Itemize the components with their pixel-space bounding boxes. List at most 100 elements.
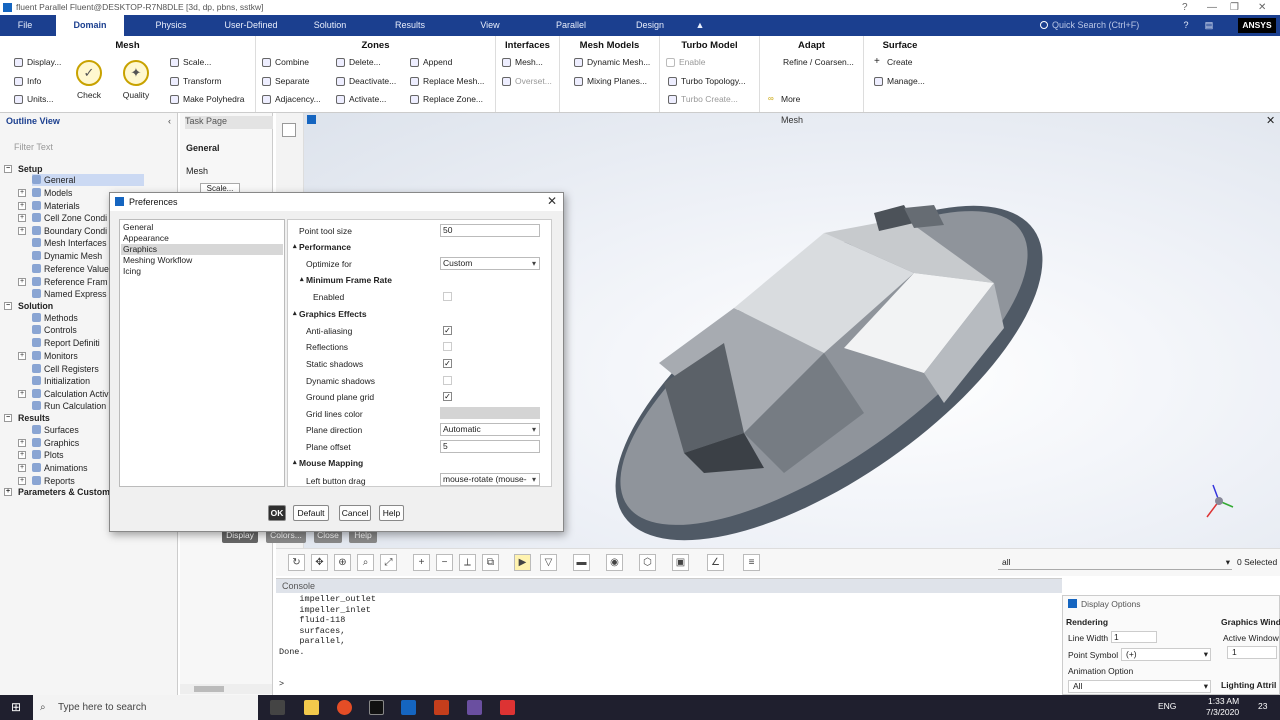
mouse-mapping-section[interactable]: ▴ Mouse Mapping	[293, 458, 363, 468]
tree-item-boundary[interactable]: + Boundary Condi	[18, 225, 107, 237]
category-appearance[interactable]: Appearance	[121, 233, 283, 244]
tree-item-cell-zone[interactable]: + Cell Zone Condi	[18, 212, 107, 224]
select-icon[interactable]: ▶	[514, 554, 531, 571]
grid-lines-color-swatch[interactable]	[440, 407, 540, 419]
view-cube-icon[interactable]: ⬡	[639, 554, 656, 571]
active-window-spinner[interactable]: 1	[1227, 646, 1277, 659]
dynamic-mesh-button[interactable]: Dynamic Mesh...	[574, 56, 650, 69]
turbo-enable-checkbox[interactable]: Enable	[666, 56, 705, 69]
tree-item-report-definitions[interactable]: Report Definiti	[32, 337, 100, 349]
tree-item-general[interactable]: General	[32, 174, 144, 186]
anti-aliasing-checkbox[interactable]: ✓	[443, 326, 452, 335]
plot-icon[interactable]: ∠	[707, 554, 724, 571]
task-view-icon[interactable]	[270, 700, 285, 715]
clock-time[interactable]: 1:33 AM	[1208, 696, 1239, 706]
zones-separate-button[interactable]: Separate	[262, 75, 310, 88]
copy-icon[interactable]: ⧉	[482, 554, 499, 571]
layout-icon[interactable]: ▤	[1203, 15, 1215, 36]
zones-replace-mesh-button[interactable]: Replace Mesh...	[410, 75, 484, 88]
enabled-checkbox[interactable]	[443, 292, 452, 301]
terminal-icon[interactable]	[369, 700, 384, 715]
zoom-icon[interactable]: ⊕	[334, 554, 351, 571]
language-indicator[interactable]: ENG	[1158, 701, 1176, 711]
collapse-ribbon-icon[interactable]: ▲	[692, 15, 708, 36]
optimize-for-dropdown[interactable]: Custom	[440, 257, 540, 270]
collapse-panel-icon[interactable]: ‹	[168, 116, 171, 126]
tree-item-run-calculation[interactable]: Run Calculation	[32, 400, 106, 412]
tree-item-methods[interactable]: Methods	[32, 312, 78, 324]
turbo-topology-button[interactable]: Turbo Topology...	[668, 75, 746, 88]
tree-item-plots[interactable]: + Plots	[18, 449, 64, 461]
animation-option-dropdown[interactable]: All ▾	[1068, 680, 1211, 693]
zoom-in-icon[interactable]: +	[413, 554, 430, 571]
default-button[interactable]: Default	[293, 505, 329, 521]
adapt-more-button[interactable]: ∞ More	[768, 93, 800, 106]
mesh-transform-button[interactable]: Transform	[170, 75, 221, 88]
dynamic-shadows-checkbox[interactable]	[443, 376, 452, 385]
category-graphics[interactable]: Graphics	[121, 244, 283, 255]
menu-user-defined[interactable]: User-Defined	[214, 15, 288, 36]
tree-solution[interactable]: − Solution	[4, 300, 53, 312]
mesh-quality-button[interactable]: ✦ Quality	[118, 60, 154, 100]
tree-parameters[interactable]: + Parameters & Custom	[4, 486, 110, 498]
tree-item-animations[interactable]: + Animations	[18, 462, 88, 474]
zones-activate-button[interactable]: Activate...	[336, 93, 386, 106]
left-button-drag-dropdown[interactable]: mouse-rotate (mouse-	[440, 473, 540, 486]
clock-date[interactable]: 7/3/2020	[1206, 707, 1239, 717]
tree-item-reference-frames[interactable]: + Reference Fram	[18, 276, 108, 288]
mesh-display-button[interactable]: Display...	[14, 56, 61, 69]
axes-icon[interactable]: ⟂	[459, 554, 476, 571]
help-menu-icon[interactable]: ?	[1180, 15, 1192, 36]
close-window-icon[interactable]: ✕	[1258, 0, 1266, 15]
cancel-button[interactable]: Cancel	[339, 505, 371, 521]
tree-item-materials[interactable]: + Materials	[18, 200, 80, 212]
rotate-icon[interactable]: ↻	[288, 554, 305, 571]
category-meshing-workflow[interactable]: Meshing Workflow	[121, 255, 283, 266]
surface-create-button[interactable]: + Create	[874, 56, 913, 69]
dialog-help-button[interactable]: Help	[379, 505, 404, 521]
mixing-planes-button[interactable]: Mixing Planes...	[574, 75, 647, 88]
zoom-out-icon[interactable]: −	[436, 554, 453, 571]
filter-icon[interactable]: ▽	[540, 554, 557, 571]
zones-deactivate-button[interactable]: Deactivate...	[336, 75, 396, 88]
fluent-icon[interactable]	[401, 700, 416, 715]
ground-plane-grid-checkbox[interactable]: ✓	[443, 392, 452, 401]
outline-filter-input[interactable]: Filter Text	[14, 142, 53, 152]
menu-physics[interactable]: Physics	[144, 15, 198, 36]
selection-filter-dropdown[interactable]: all ▾	[998, 555, 1232, 570]
notification-count[interactable]: 23	[1258, 701, 1267, 711]
fit-icon[interactable]: ⤢	[380, 554, 397, 571]
zones-append-button[interactable]: Append	[410, 56, 452, 69]
menu-file[interactable]: File	[8, 15, 42, 36]
graphics-effects-section[interactable]: ▴ Graphics Effects	[293, 309, 367, 319]
mesh-info-button[interactable]: Info	[14, 75, 41, 88]
plane-direction-dropdown[interactable]: Automatic	[440, 423, 540, 436]
zoom-box-icon[interactable]: ⌕	[357, 554, 374, 571]
pan-icon[interactable]: ✥	[311, 554, 328, 571]
tree-item-calculation-activities[interactable]: + Calculation Activ	[18, 388, 109, 400]
dialog-close-icon[interactable]: ✕	[547, 194, 557, 208]
tree-item-graphics[interactable]: + Graphics	[18, 437, 79, 449]
performance-section[interactable]: ▴ Performance	[293, 242, 351, 252]
line-width-input[interactable]: 1	[1111, 631, 1157, 643]
highlight-icon[interactable]: ◉	[606, 554, 623, 571]
menu-solution[interactable]: Solution	[302, 15, 358, 36]
point-symbol-dropdown[interactable]: (+) ▾	[1121, 648, 1211, 661]
tree-item-dynamic-mesh[interactable]: Dynamic Mesh	[32, 250, 102, 262]
views-icon[interactable]: ▣	[672, 554, 689, 571]
plane-offset-input[interactable]: 5	[440, 440, 540, 453]
tree-item-mesh-interfaces[interactable]: Mesh Interfaces	[32, 237, 107, 249]
file-explorer-icon[interactable]	[304, 700, 319, 715]
help-icon[interactable]: ?	[1182, 0, 1188, 15]
menu-results[interactable]: Results	[384, 15, 436, 36]
category-icing[interactable]: Icing	[121, 266, 283, 277]
mesh-check-button[interactable]: ✓ Check	[72, 60, 106, 100]
minimize-icon[interactable]: —	[1207, 0, 1217, 15]
menu-design[interactable]: Design	[628, 15, 672, 36]
category-general[interactable]: General	[121, 222, 283, 233]
static-shadows-checkbox[interactable]: ✓	[443, 359, 452, 368]
quick-search-input[interactable]: Quick Search (Ctrl+F)	[1038, 18, 1168, 33]
tree-item-models[interactable]: + Models	[18, 187, 72, 199]
surface-manage-button[interactable]: Manage...	[874, 75, 925, 88]
turbo-create-button[interactable]: Turbo Create...	[668, 93, 738, 106]
